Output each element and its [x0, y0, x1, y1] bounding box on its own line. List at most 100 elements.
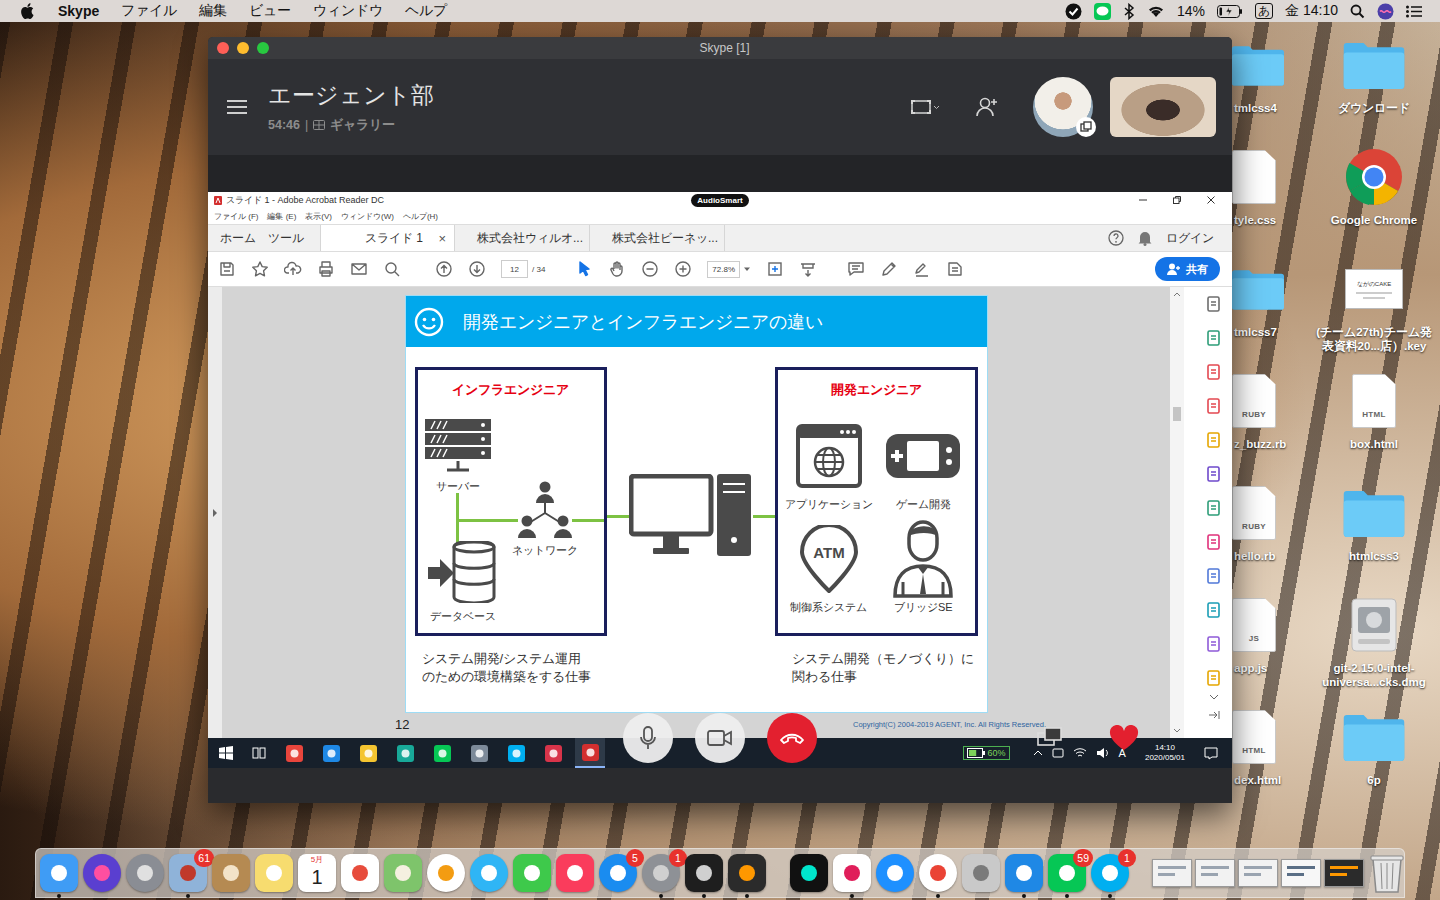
dock-item[interactable] — [1367, 849, 1407, 897]
audiosmart-badge[interactable]: AudioSmart — [691, 194, 748, 207]
video-button[interactable] — [695, 713, 745, 763]
dock-item[interactable] — [875, 849, 915, 897]
page-up-icon[interactable] — [435, 260, 453, 278]
dock-item[interactable] — [1281, 849, 1321, 897]
dock-item[interactable] — [383, 849, 423, 897]
scroll-mode-icon[interactable] — [799, 260, 817, 278]
print-icon[interactable] — [317, 260, 335, 278]
clock[interactable]: 金 14:10 — [1285, 2, 1338, 20]
taskbar-app[interactable] — [538, 738, 568, 768]
left-panel-toggle[interactable] — [208, 287, 222, 738]
minimize-icon[interactable] — [1138, 195, 1148, 205]
check-status-icon[interactable] — [1065, 3, 1082, 20]
siri-icon[interactable] — [1377, 3, 1394, 20]
star-icon[interactable] — [251, 260, 269, 278]
desktop-icon[interactable]: git-2.15.0-intel-universa...cks.dmg — [1312, 597, 1436, 709]
tool-icon[interactable] — [1206, 534, 1222, 550]
dock-item[interactable]: 5月1 — [297, 849, 337, 897]
desktop-icon[interactable]: tmlcss4 — [1232, 37, 1298, 149]
line-status-icon[interactable] — [1094, 3, 1111, 20]
dock-item[interactable] — [1004, 849, 1044, 897]
apple-icon[interactable] — [20, 3, 34, 19]
dock-item[interactable] — [426, 849, 466, 897]
share-button[interactable]: 共有 — [1155, 257, 1220, 281]
scroll-down-icon[interactable] — [1173, 728, 1181, 734]
battery-indicator[interactable]: 60% — [963, 746, 1010, 760]
dock-item[interactable] — [961, 849, 1001, 897]
hamburger-menu-icon[interactable] — [227, 99, 247, 115]
tool-icon[interactable] — [1206, 364, 1222, 380]
tab-close-button[interactable]: × — [438, 231, 446, 246]
dock-item[interactable] — [125, 849, 165, 897]
tool-icon[interactable] — [1206, 602, 1222, 618]
dock-item[interactable]: 61 — [168, 849, 208, 897]
zoom-field[interactable]: 72.8% — [707, 261, 740, 278]
dock-item[interactable] — [211, 849, 251, 897]
desktop-icon[interactable]: HTMLbox.html — [1312, 373, 1436, 485]
document-tab[interactable]: 株式会社ビーネッ... — [590, 225, 725, 251]
windows-start-icon[interactable] — [219, 746, 233, 760]
add-person-icon[interactable] — [976, 97, 998, 117]
bluetooth-icon[interactable] — [1123, 3, 1135, 20]
menu-item[interactable]: ビュー — [249, 2, 291, 20]
menu-item[interactable]: 表示(V) — [305, 211, 332, 222]
dock-item[interactable]: 1 — [1090, 849, 1130, 897]
desktop-icon[interactable]: RUBYhello.rb — [1232, 485, 1298, 597]
desktop-icon[interactable]: tyle.css — [1232, 149, 1298, 261]
dock-item[interactable] — [1195, 849, 1235, 897]
pointer-icon[interactable] — [575, 260, 593, 278]
pen-icon[interactable] — [880, 260, 898, 278]
screen-fit-icon[interactable] — [910, 98, 940, 116]
scroll-up-icon[interactable] — [1173, 291, 1181, 297]
zoom-in-icon[interactable] — [674, 260, 692, 278]
popout-badge[interactable] — [1076, 117, 1096, 137]
taskbar-app[interactable] — [427, 738, 457, 768]
upload-icon[interactable] — [284, 260, 302, 278]
task-view-icon[interactable] — [252, 747, 266, 759]
sign-icon[interactable] — [913, 260, 931, 278]
input-mode[interactable]: あ — [1255, 3, 1273, 19]
dock-item[interactable] — [1152, 849, 1192, 897]
tool-icon[interactable] — [1206, 296, 1222, 312]
collapse-tools-icon[interactable] — [1209, 694, 1219, 700]
participant-avatar[interactable] — [1033, 77, 1093, 137]
desktop-icon[interactable]: htmlcss3 — [1312, 485, 1436, 597]
menu-item[interactable]: ファイル (F) — [214, 211, 258, 222]
document-tab[interactable]: スライド 1× — [320, 225, 455, 251]
login-link[interactable]: ログイン — [1166, 230, 1214, 247]
document-tab[interactable]: 株式会社ウィルオ... — [455, 225, 590, 251]
mail-icon[interactable] — [350, 260, 368, 278]
notification-bell-icon[interactable] — [1138, 230, 1152, 246]
tray-app-icon[interactable] — [1052, 747, 1064, 759]
notification-center-icon[interactable] — [1406, 5, 1422, 18]
dock-item[interactable] — [82, 849, 122, 897]
taskbar-app[interactable] — [316, 738, 346, 768]
menu-item[interactable]: ウィンドウ — [313, 2, 383, 20]
participant-video[interactable] — [1110, 77, 1216, 137]
dock-item[interactable] — [39, 849, 79, 897]
comment-icon[interactable] — [847, 260, 865, 278]
page-down-icon[interactable] — [468, 260, 486, 278]
wifi-icon[interactable] — [1073, 747, 1087, 759]
taskbar-app[interactable] — [575, 738, 605, 768]
desktop-icon[interactable]: 6p — [1312, 709, 1436, 821]
spotlight-icon[interactable] — [1350, 4, 1365, 19]
save-icon[interactable] — [218, 260, 236, 278]
tool-icon[interactable] — [1206, 500, 1222, 516]
dock-item[interactable]: 59 — [1047, 849, 1087, 897]
taskbar-app[interactable] — [390, 738, 420, 768]
desktop-icon[interactable]: JSapp.js — [1232, 597, 1298, 709]
nav-tab[interactable]: ホーム — [208, 225, 256, 251]
dropdown-caret-icon[interactable] — [743, 265, 751, 273]
zoom-button[interactable] — [257, 42, 269, 54]
desktop-icon[interactable]: HTMLdex.html — [1232, 709, 1298, 821]
dock-item[interactable] — [1324, 849, 1364, 897]
desktop-icon[interactable]: RUBYz_buzz.rb — [1232, 373, 1298, 485]
close-icon[interactable] — [1206, 195, 1216, 205]
scroll-thumb[interactable] — [1173, 407, 1181, 421]
taskbar-app[interactable] — [353, 738, 383, 768]
speaker-icon[interactable] — [1096, 747, 1110, 759]
page-number-field[interactable]: 12 — [501, 260, 528, 278]
tool-icon[interactable] — [1206, 432, 1222, 448]
minimize-button[interactable] — [237, 42, 249, 54]
